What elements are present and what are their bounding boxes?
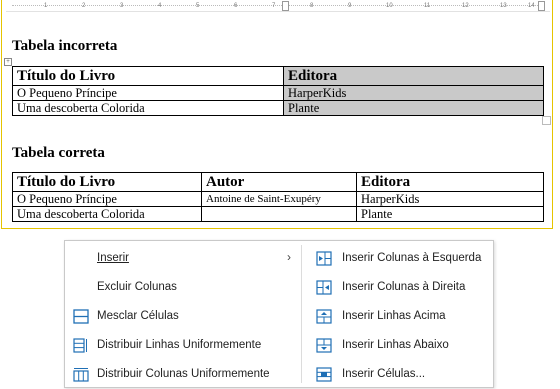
- ruler-mark: 1: [44, 3, 48, 9]
- menu-submenu-column: Inserir Colunas à Esquerda Inserir Colun…: [302, 241, 493, 387]
- menu-item-label: Inserir Linhas Acima: [342, 310, 446, 322]
- ruler-mark: 10: [386, 3, 393, 9]
- header-cell-editora[interactable]: Editora: [356, 172, 544, 192]
- ruler-mark: 5: [196, 3, 200, 9]
- insert-cells-icon: [316, 367, 332, 382]
- menu-item-label: Inserir: [97, 252, 129, 264]
- table-resize-handle[interactable]: [542, 116, 551, 125]
- document-page: 1 2 3 4 5 6 7 8 9 10 11 12 13 14 Tabela …: [1, 0, 553, 229]
- heading-tabela-correta: Tabela correta: [12, 145, 105, 161]
- ruler-mark: 6: [234, 3, 238, 9]
- ruler-mark: 8: [310, 3, 314, 9]
- menu-main-column: Inserir › Excluir Colunas Mesclar Célula…: [65, 241, 301, 387]
- menu-item-inserir-celulas[interactable]: Inserir Células...: [302, 360, 493, 389]
- table-row: Uma descoberta Colorida Plante: [12, 206, 544, 222]
- menu-item-label: Inserir Linhas Abaixo: [342, 339, 449, 351]
- ruler-mark: 13: [500, 3, 507, 9]
- header-cell-titulo[interactable]: Título do Livro: [12, 172, 202, 192]
- insert-rows-above-icon: [316, 309, 332, 324]
- insert-columns-left-icon: [316, 251, 332, 266]
- header-cell-titulo[interactable]: Título do Livro: [12, 66, 284, 86]
- ruler[interactable]: 1 2 3 4 5 6 7 8 9 10 11 12 13 14: [6, 1, 550, 12]
- insert-columns-right-icon: [316, 280, 332, 295]
- ruler-mark: 11: [424, 3, 431, 9]
- menu-item-label: Inserir Colunas à Esquerda: [342, 252, 482, 264]
- menu-item-inserir-linhas-acima[interactable]: Inserir Linhas Acima: [302, 302, 493, 331]
- menu-item-distribuir-linhas[interactable]: Distribuir Linhas Uniformemente: [65, 331, 301, 360]
- chevron-right-icon: ›: [287, 250, 291, 264]
- ruler-mark: 4: [158, 3, 162, 9]
- table-cell[interactable]: O Pequeno Príncipe: [12, 191, 202, 207]
- heading-tabela-incorreta: Tabela incorreta: [12, 38, 118, 54]
- right-margin-marker[interactable]: [538, 1, 545, 11]
- table-cell[interactable]: HarperKids: [283, 85, 544, 101]
- ruler-mark: 2: [82, 3, 86, 9]
- table-cell[interactable]: [201, 206, 357, 222]
- menu-item-inserir[interactable]: Inserir ›: [65, 244, 301, 273]
- column-marker[interactable]: [282, 1, 289, 11]
- menu-item-label: Inserir Células...: [342, 368, 426, 380]
- table-incorreta: Título do Livro Editora O Pequeno Prínci…: [12, 66, 544, 116]
- distribute-columns-icon: [73, 367, 89, 382]
- distribute-rows-icon: [73, 338, 89, 353]
- ruler-mark: 7: [272, 3, 276, 9]
- menu-item-distribuir-colunas[interactable]: Distribuir Colunas Uniformemente: [65, 360, 301, 389]
- table-cell[interactable]: Antoine de Saint-Exupéry: [201, 191, 357, 207]
- ruler-mark: 14: [528, 3, 535, 9]
- menu-item-mesclar-celulas[interactable]: Mesclar Células: [65, 302, 301, 331]
- table-row: Uma descoberta Colorida Plante: [12, 100, 544, 116]
- table-cell[interactable]: Plante: [356, 206, 544, 222]
- merge-cells-icon: [73, 309, 89, 324]
- header-cell-autor[interactable]: Autor: [201, 172, 357, 192]
- ruler-mark: 9: [348, 3, 352, 9]
- menu-item-label: Inserir Colunas à Direita: [342, 281, 466, 293]
- insert-rows-below-icon: [316, 338, 332, 353]
- ruler-mark: 12: [462, 3, 469, 9]
- menu-item-inserir-linhas-abaixo[interactable]: Inserir Linhas Abaixo: [302, 331, 493, 360]
- table-header-row: Título do Livro Autor Editora: [12, 172, 544, 192]
- table-correta: Título do Livro Autor Editora O Pequeno …: [12, 172, 544, 222]
- table-cell[interactable]: O Pequeno Príncipe: [12, 85, 284, 101]
- table-header-row: Título do Livro Editora: [12, 66, 544, 86]
- context-menu: Inserir › Excluir Colunas Mesclar Célula…: [64, 240, 494, 388]
- table-cell[interactable]: HarperKids: [356, 191, 544, 207]
- menu-item-label: Distribuir Colunas Uniformemente: [97, 368, 270, 380]
- menu-item-label: Excluir Colunas: [97, 281, 177, 293]
- table-cell[interactable]: Uma descoberta Colorida: [12, 206, 202, 222]
- menu-item-inserir-colunas-esquerda[interactable]: Inserir Colunas à Esquerda: [302, 244, 493, 273]
- menu-item-label: Mesclar Células: [97, 310, 179, 322]
- menu-item-inserir-colunas-direita[interactable]: Inserir Colunas à Direita: [302, 273, 493, 302]
- menu-item-label: Distribuir Linhas Uniformemente: [97, 339, 262, 351]
- table-row: O Pequeno Príncipe HarperKids: [12, 85, 544, 101]
- menu-item-excluir-colunas[interactable]: Excluir Colunas: [65, 273, 301, 302]
- ruler-mark: 3: [120, 3, 124, 9]
- table-move-handle[interactable]: +: [4, 58, 12, 66]
- table-cell[interactable]: Uma descoberta Colorida: [12, 100, 284, 116]
- table-row: O Pequeno Príncipe Antoine de Saint-Exup…: [12, 191, 544, 207]
- header-cell-editora[interactable]: Editora: [283, 66, 544, 86]
- table-cell[interactable]: Plante: [283, 100, 544, 116]
